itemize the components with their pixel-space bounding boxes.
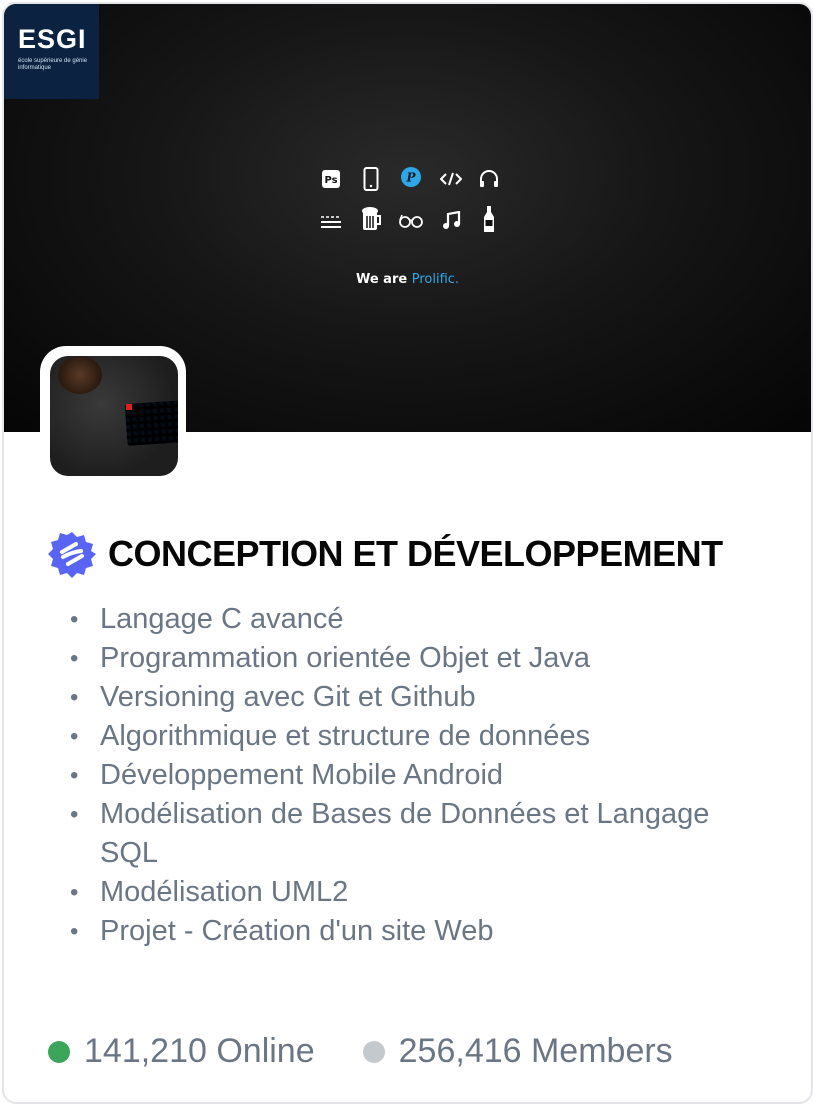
keyboard-image: [124, 400, 178, 446]
list-item: Modélisation UML2: [68, 873, 768, 912]
svg-text:P: P: [405, 171, 416, 185]
members-stat: 256,416 Members: [362, 1032, 673, 1071]
svg-text:Ps: Ps: [324, 175, 337, 186]
list-item: Langage C avancé: [68, 600, 768, 639]
server-title: CONCEPTION ET DÉVELOPPEMENT: [108, 533, 723, 574]
avatar-image: [50, 356, 178, 476]
coffee-cup-image: [58, 356, 102, 394]
tagline-accent: Prolific.: [411, 272, 460, 287]
logo-word: ESGI: [18, 24, 87, 54]
list-item: Versioning avec Git et Github: [68, 678, 768, 717]
banner-tagline: We are Prolific.: [4, 272, 811, 287]
server-title-row: CONCEPTION ET DÉVELOPPEMENT: [48, 528, 723, 580]
verified-badge-icon: [48, 532, 96, 578]
keyboard-red-key: [126, 404, 132, 410]
members-count: 256,416 Members: [398, 1032, 673, 1070]
online-count: 141,210 Online: [84, 1032, 315, 1070]
logo-subtitle: école supérieure de génie informatique: [18, 58, 88, 71]
server-stats: 141,210 Online 256,416 Members: [48, 1032, 721, 1071]
list-item: Modélisation de Bases de Données et Lang…: [68, 795, 768, 873]
list-item: Développement Mobile Android: [68, 756, 768, 795]
music-note-icon: [438, 208, 464, 234]
smartphone-icon: [358, 166, 384, 192]
tagline-prefix: We are: [355, 272, 408, 287]
code-icon: [438, 166, 464, 192]
glasses-icon: [398, 208, 424, 234]
online-stat: 141,210 Online: [48, 1032, 315, 1071]
photoshop-icon: Ps: [318, 166, 344, 192]
online-status-dot: [48, 1040, 70, 1063]
members-status-dot: [362, 1040, 385, 1063]
beer-icon: [358, 206, 384, 232]
bottle-icon: [476, 206, 502, 232]
course-list: Langage C avancé Programmation orientée …: [68, 600, 768, 951]
list-item: Programmation orientée Objet et Java: [68, 639, 768, 678]
prolific-icon: P: [398, 164, 424, 190]
list-item: Projet - Création d'un site Web: [68, 912, 768, 951]
list-item: Algorithmique et structure de données: [68, 717, 768, 756]
server-avatar[interactable]: [40, 346, 186, 478]
lines-icon: [318, 208, 344, 234]
headphones-icon: [476, 166, 502, 192]
server-card[interactable]: ESGI école supérieure de génie informati…: [2, 2, 813, 1104]
esgi-logo: ESGI école supérieure de génie informati…: [4, 4, 99, 99]
